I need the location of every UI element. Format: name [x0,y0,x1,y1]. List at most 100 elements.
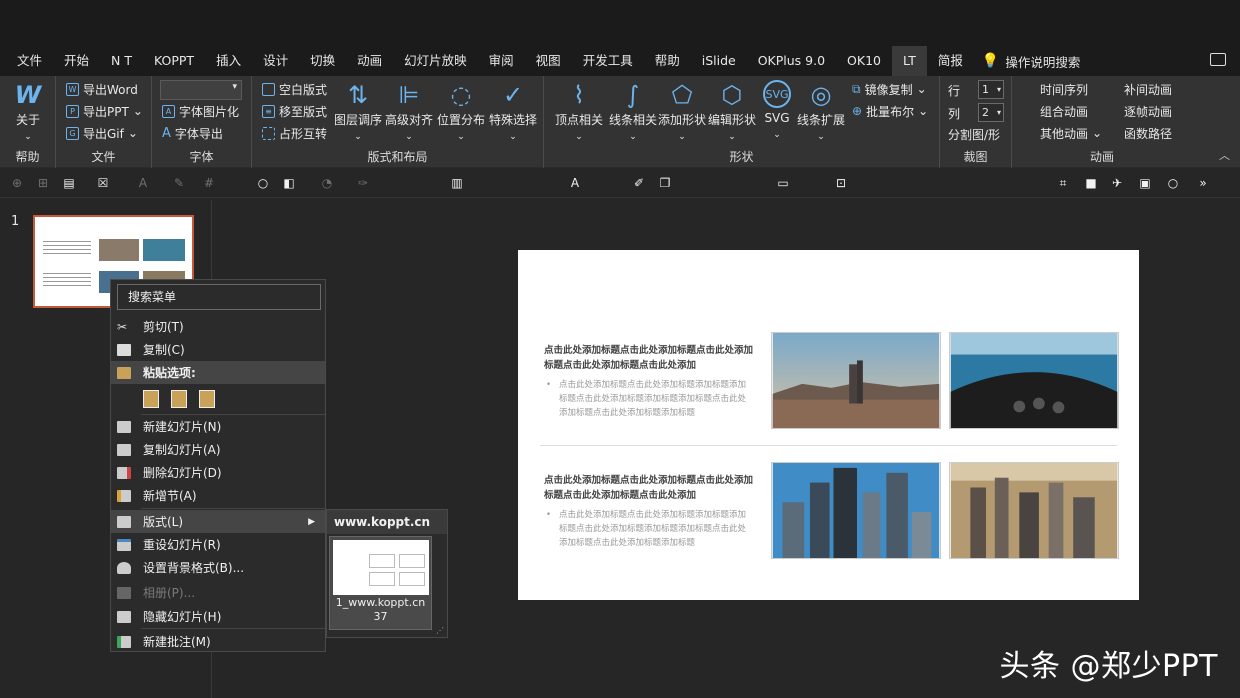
combine-anim-button[interactable]: 组合动画 [1040,102,1088,120]
tab-file[interactable]: 文件 [6,46,53,76]
col-spinner[interactable]: 2 ▾ [978,103,1004,122]
menu-copy[interactable]: 复制(C) [111,338,325,361]
tab-animations[interactable]: 动画 [346,46,393,76]
tab-insert[interactable]: 插入 [205,46,252,76]
blank-layout-button[interactable]: 空白版式 [262,80,327,98]
tab-okplus[interactable]: OKPlus 9.0 [747,46,836,76]
font-a-icon[interactable]: A [568,176,582,190]
tab-islide[interactable]: iSlide [691,46,747,76]
slide-body-1[interactable]: 点击此处添加标题点击此处添加标题添加标题添加标题点击此处添加标题添加标题添加标题… [546,378,749,420]
tab-slideshow[interactable]: 幻灯片放映 [393,46,478,76]
line-related-button[interactable]: ∫ 线条相关 ⌄ [606,80,660,145]
pen-icon[interactable]: ✎ [172,176,186,190]
text-box-icon[interactable]: ▤ [62,176,76,190]
distribute-button[interactable]: ◌ 位置分布 ⌄ [436,80,486,145]
crop-icon[interactable]: # [202,176,216,190]
more-icon[interactable]: » [1196,176,1210,190]
photo-city-tower[interactable] [771,332,941,429]
paste-use-theme-icon[interactable] [171,390,187,408]
tab-lt[interactable]: LT [892,46,927,76]
menu-new-comment[interactable]: 新建批注(M) [111,630,325,653]
tab-help[interactable]: 帮助 [644,46,691,76]
other-anim-button[interactable]: 其他动画 ⌄ [1040,124,1102,142]
photo-helicopter-sea[interactable] [949,332,1119,429]
timeline-button[interactable]: 时间序列 [1040,80,1088,98]
slide-title-1[interactable]: 点击此处添加标题点击此处添加标题点击此处添加标题点击此处添加标题点击此处添加 [544,343,754,373]
photo-skyscrapers[interactable] [771,462,941,559]
frame-icon[interactable]: ▭ [776,176,790,190]
tab-review[interactable]: 审阅 [478,46,525,76]
font-export-button[interactable]: A 字体导出 [162,124,223,142]
slide-title-2[interactable]: 点击此处添加标题点击此处添加标题点击此处添加标题点击此处添加标题点击此处添加 [544,473,754,503]
menu-delete-slide[interactable]: 删除幻灯片(D) [111,461,325,484]
line-extend-button[interactable]: ◎ 线条扩展 ⌄ [796,80,846,145]
menu-hide-slide[interactable]: 隐藏幻灯片(H) [111,605,325,628]
close-box-icon[interactable]: ☒ [96,176,110,190]
search-menu-input[interactable]: 搜索菜单 [117,284,321,310]
paste-picture-icon[interactable] [199,390,215,408]
select-icon[interactable]: ⊡ [834,176,848,190]
bird-icon[interactable]: ✈ [1110,176,1124,190]
svg-button[interactable]: SVG SVG ⌄ [760,80,794,143]
advanced-align-button[interactable]: ⊫ 高级对齐 ⌄ [384,80,434,145]
edit-shape-button[interactable]: ⬡ 编辑形状 ⌄ [706,80,758,145]
tab-design[interactable]: 设计 [252,46,299,76]
menu-add-section[interactable]: 新增节(A) [111,484,325,507]
menu-new-slide[interactable]: 新建幻灯片(N) [111,415,325,438]
tab-home[interactable]: 开始 [53,46,100,76]
layer-order-button[interactable]: ⇅ 图层调序 ⌄ [334,80,382,145]
frame-anim-button[interactable]: 逐帧动画 [1124,102,1172,120]
function-path-button[interactable]: 函数路径 [1124,124,1172,142]
font-dropdown[interactable]: ▾ [160,80,242,100]
tween-button[interactable]: 补间动画 [1124,80,1172,98]
placeholder-convert-button[interactable]: 占形互转 [262,124,327,142]
add-shape-button[interactable]: ⬠ 添加形状 ⌄ [656,80,708,145]
fill-color-icon[interactable]: ◧ [282,176,296,190]
picture-icon[interactable]: ▣ [1138,176,1152,190]
eyedropper-icon[interactable]: ✑ [356,176,370,190]
slide-canvas[interactable]: 点击此处添加标题点击此处添加标题点击此处添加标题点击此处添加标题点击此处添加 点… [518,250,1139,600]
tab-developer[interactable]: 开发工具 [572,46,644,76]
brush-icon[interactable]: ✐ [632,176,646,190]
tab-transitions[interactable]: 切换 [299,46,346,76]
bucket-icon[interactable]: ◔ [320,176,334,190]
layout-option[interactable]: 1_www.koppt.cn 37 [329,536,432,630]
menu-reset-slide[interactable]: 重设幻灯片(R) [111,533,325,556]
menu-duplicate-slide[interactable]: 复制幻灯片(A) [111,438,325,461]
tab-nt[interactable]: N T [100,46,143,76]
export-word-button[interactable]: W 导出Word [66,80,138,98]
resize-grip-icon[interactable]: ⋰ [436,626,444,635]
tell-me-search[interactable]: 💡 操作说明搜索 [982,52,1080,71]
oval-icon[interactable]: ○ [1166,176,1180,190]
tab-view[interactable]: 视图 [525,46,572,76]
about-button[interactable]: W 关于 ⌄ [8,80,48,145]
tab-ok10[interactable]: OK10 [836,46,892,76]
tab-koppt[interactable]: KOPPT [143,46,205,76]
copy-icon[interactable]: ❐ [658,176,672,190]
special-select-button[interactable]: ✓ 特殊选择 ⌄ [488,80,538,145]
split-button[interactable]: 分割图/形 [948,125,1000,143]
font-color-icon[interactable]: A [136,176,150,190]
circle-icon[interactable]: ○ [256,176,270,190]
vertex-button[interactable]: ⌇ 顶点相关 ⌄ [552,80,606,145]
chart-icon[interactable]: ▥ [450,176,464,190]
crop-frame-icon[interactable]: ⌗ [1056,176,1070,190]
qat-icon-2[interactable]: ⊞ [36,176,50,190]
row-spinner[interactable]: 1 ▾ [978,80,1004,99]
qat-icon-1[interactable]: ⊕ [10,176,24,190]
menu-layout[interactable]: 版式(L) ▶ [111,510,325,533]
menu-format-background[interactable]: 设置背景格式(B)... [111,556,325,579]
export-gif-button[interactable]: G 导出Gif ⌄ [66,124,138,142]
font-to-image-button[interactable]: A 字体图片化 [162,102,239,120]
slide-body-2[interactable]: 点击此处添加标题点击此处添加标题添加标题添加标题点击此处添加标题添加标题添加标题… [546,508,749,550]
photo-city-aerial[interactable] [949,462,1119,559]
menu-photo-album[interactable]: 相册(P)... [111,581,325,604]
comment-icon[interactable] [1210,53,1226,66]
move-to-layout-button[interactable]: ≡ 移至版式 [262,102,327,120]
export-ppt-button[interactable]: P 导出PPT ⌄ [66,102,143,120]
paste-keep-source-icon[interactable] [143,390,159,408]
menu-cut[interactable]: ✂ 剪切(T) [111,315,325,338]
white-square-icon[interactable]: ■ [1084,176,1098,190]
tab-brief[interactable]: 简报 [927,46,974,76]
collapse-ribbon-icon[interactable]: ︿ [1219,147,1230,163]
